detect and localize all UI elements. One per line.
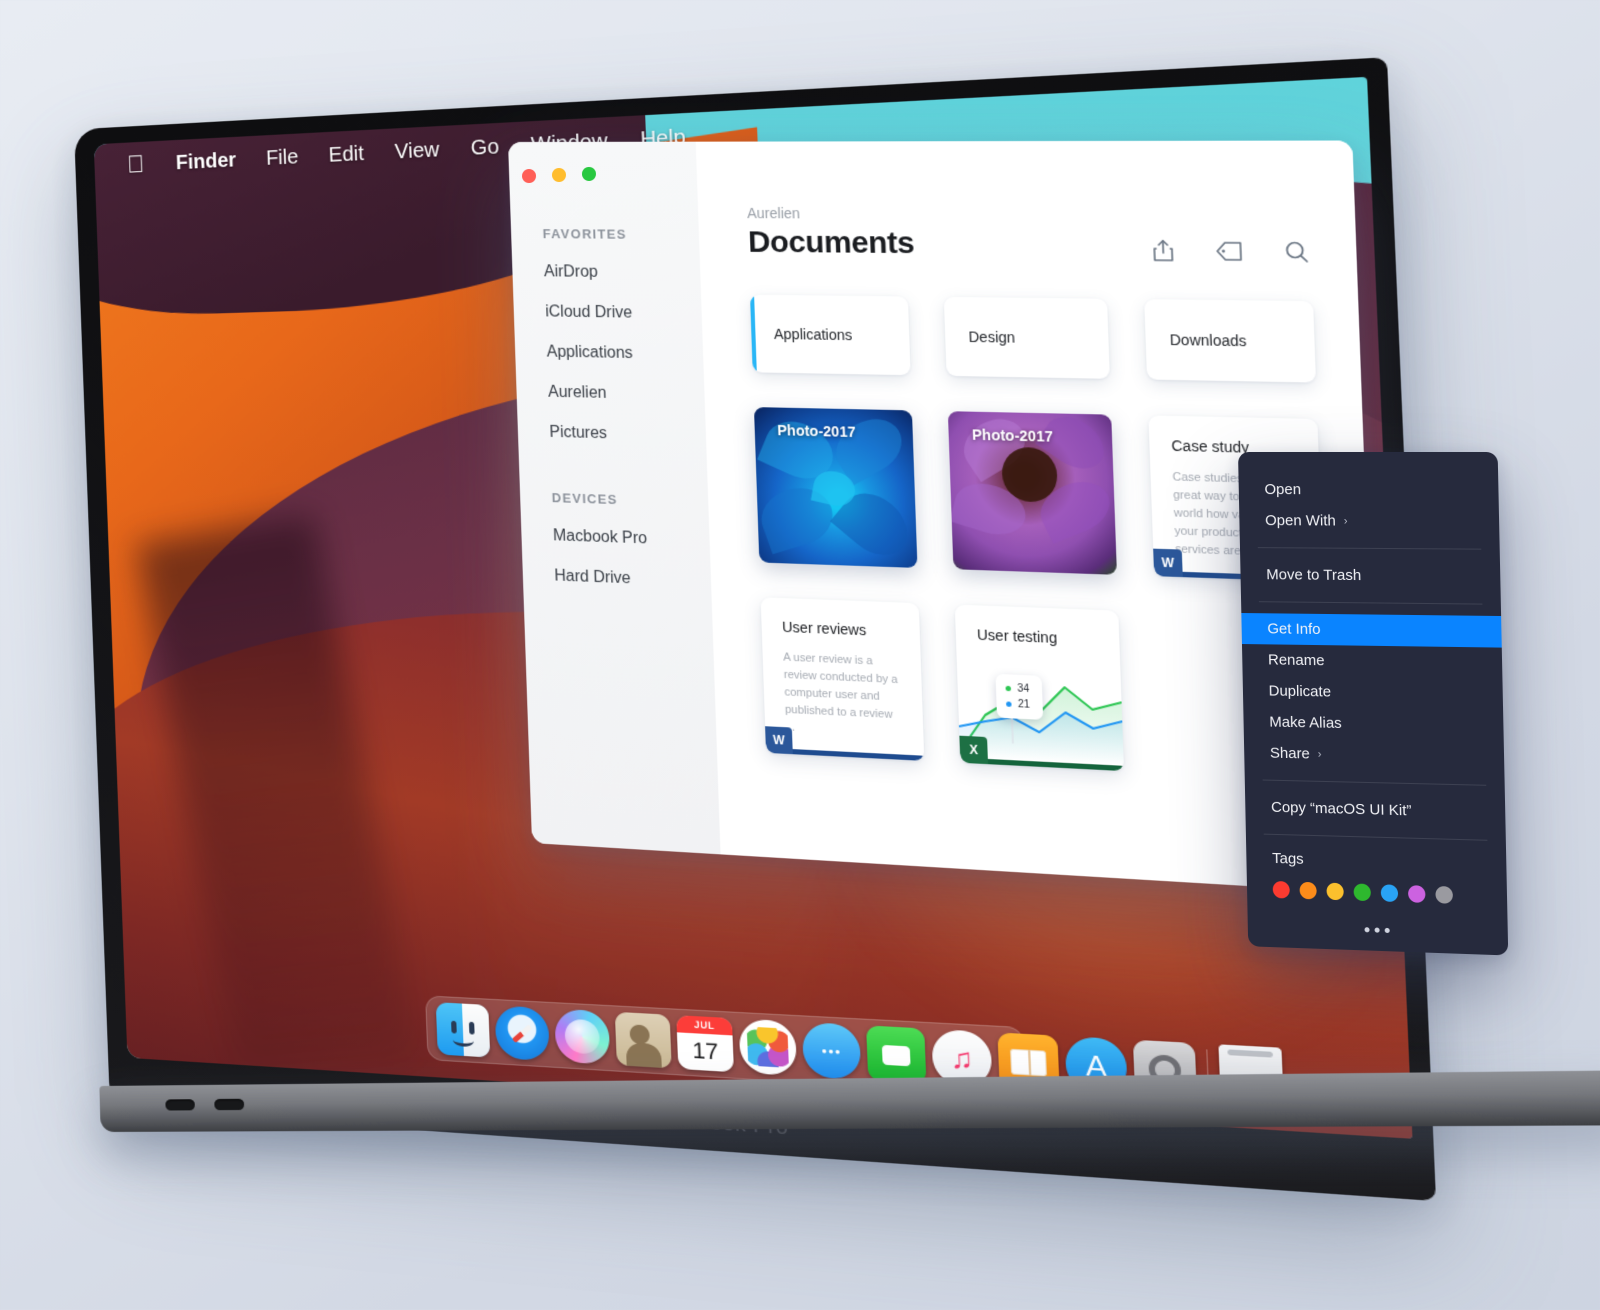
tag-swatch-purple[interactable]: [1407, 885, 1426, 903]
breadcrumb[interactable]: Aurelien: [747, 205, 1310, 224]
excel-badge-icon: X: [959, 735, 989, 765]
chevron-right-icon: ›: [1317, 748, 1322, 761]
context-menu-item-move-to-trash[interactable]: Move to Trash: [1240, 559, 1500, 593]
sidebar-item-pictures[interactable]: Pictures: [549, 424, 706, 446]
calendar-day: 17: [691, 1037, 719, 1065]
finder-icon[interactable]: [435, 1002, 491, 1058]
context-menu-item-share[interactable]: Share ›: [1244, 737, 1505, 774]
tag-swatch-orange[interactable]: [1299, 881, 1317, 900]
context-menu-divider: [1257, 547, 1482, 550]
photos-icon[interactable]: [738, 1018, 798, 1077]
sidebar-item-aurelien[interactable]: Aurelien: [548, 384, 705, 405]
context-menu-label: Rename: [1267, 651, 1325, 670]
chart-tooltip: 34 21: [995, 673, 1044, 720]
document-body: A user review is a review conducted by a…: [783, 651, 898, 734]
menu-item-view[interactable]: View: [394, 138, 440, 164]
context-menu-divider: [1258, 601, 1483, 605]
messages-icon[interactable]: [801, 1021, 862, 1080]
folder-label: Design: [968, 328, 1016, 346]
context-menu-label: Copy “macOS UI Kit”: [1270, 798, 1412, 820]
finder-sidebar[interactable]: FAVORITES AirDrop iCloud Drive Applicati…: [508, 141, 721, 855]
menu-item-finder[interactable]: Finder: [175, 149, 236, 175]
tag-swatch-gray[interactable]: [1435, 885, 1454, 904]
chart-tooltip-row-green: 34: [1005, 681, 1030, 698]
zoom-button[interactable]: [581, 166, 597, 182]
context-menu[interactable]: Open Open With › Move to Trash Get Info …: [1238, 452, 1509, 956]
sidebar-section-devices: DEVICES: [551, 490, 618, 508]
context-menu-item-get-info[interactable]: Get Info: [1241, 613, 1502, 648]
folder-card-applications[interactable]: Applications: [749, 294, 911, 376]
context-menu-divider: [1263, 833, 1488, 841]
context-menu-label: Open With: [1264, 512, 1336, 530]
finder-toolbar[interactable]: [1151, 238, 1310, 265]
context-menu-item-open[interactable]: Open: [1238, 474, 1498, 506]
menu-item-edit[interactable]: Edit: [328, 142, 364, 167]
sidebar-item-hard-drive[interactable]: Hard Drive: [554, 567, 711, 591]
tag-swatch-blue[interactable]: [1380, 884, 1399, 903]
photo-card-blue-flower[interactable]: Photo-2017: [753, 407, 918, 568]
word-badge-icon: W: [765, 726, 793, 755]
photo-card-purple-flower[interactable]: Photo-2017: [947, 411, 1117, 575]
safari-icon[interactable]: [494, 1005, 550, 1062]
context-menu-label: Open: [1264, 481, 1302, 499]
context-menu-label: Make Alias: [1269, 713, 1342, 733]
photo-label: Photo-2017: [777, 421, 856, 441]
sidebar-item-airdrop[interactable]: AirDrop: [544, 263, 701, 283]
context-menu-item-copy[interactable]: Copy “macOS UI Kit”: [1245, 791, 1506, 829]
context-menu-label: Share: [1269, 744, 1310, 763]
chevron-right-icon: ›: [1343, 514, 1348, 528]
calendar-icon[interactable]: JUL 17: [676, 1015, 734, 1073]
context-menu-label: Duplicate: [1268, 682, 1332, 701]
chart-value-green: 34: [1017, 683, 1030, 696]
word-badge-icon: W: [1153, 548, 1183, 578]
folder-card-design[interactable]: Design: [943, 296, 1110, 379]
context-menu-item-rename[interactable]: Rename: [1242, 644, 1502, 679]
sidebar-item-applications[interactable]: Applications: [546, 344, 703, 365]
folder-label: Downloads: [1169, 331, 1247, 350]
usb-c-port-2: [214, 1098, 245, 1111]
search-icon[interactable]: [1284, 240, 1310, 264]
tag-swatch-red[interactable]: [1272, 880, 1290, 899]
folder-label: Applications: [773, 325, 853, 344]
close-button[interactable]: [521, 168, 537, 184]
menu-item-go[interactable]: Go: [470, 135, 499, 160]
context-menu-label: Get Info: [1267, 620, 1321, 639]
context-menu-item-open-with[interactable]: Open With ›: [1239, 505, 1499, 538]
share-icon[interactable]: [1151, 238, 1176, 264]
sidebar-item-icloud-drive[interactable]: iCloud Drive: [545, 303, 702, 323]
document-card-user-testing[interactable]: User testing 34 21 X: [954, 604, 1125, 772]
tag-swatch-yellow[interactable]: [1326, 882, 1344, 901]
usb-c-port-1: [165, 1099, 195, 1111]
context-menu-item-duplicate[interactable]: Duplicate: [1243, 675, 1503, 711]
document-title: User reviews: [781, 618, 867, 639]
document-title: User testing: [976, 626, 1058, 647]
facetime-icon[interactable]: [866, 1025, 927, 1084]
sidebar-item-macbook-pro[interactable]: Macbook Pro: [553, 527, 710, 550]
siri-icon[interactable]: [554, 1008, 611, 1065]
minimize-button[interactable]: [551, 167, 567, 183]
context-menu-label: Move to Trash: [1266, 566, 1362, 585]
context-menu-divider: [1262, 779, 1487, 786]
sidebar-section-favorites: FAVORITES: [542, 226, 627, 242]
menu-item-file[interactable]: File: [266, 145, 299, 170]
tag-swatch-green[interactable]: [1353, 883, 1371, 902]
window-controls[interactable]: [521, 166, 597, 184]
apple-icon[interactable]: : [127, 151, 145, 179]
chart-value-blue: 21: [1017, 698, 1031, 711]
document-card-user-reviews[interactable]: User reviews A user review is a review c…: [760, 597, 925, 761]
chart-tooltip-row-blue: 21: [1006, 696, 1030, 713]
contacts-icon[interactable]: [614, 1011, 672, 1069]
folder-card-downloads[interactable]: Downloads: [1144, 299, 1317, 383]
tag-icon[interactable]: [1215, 241, 1245, 262]
photo-label: Photo-2017: [971, 426, 1054, 445]
